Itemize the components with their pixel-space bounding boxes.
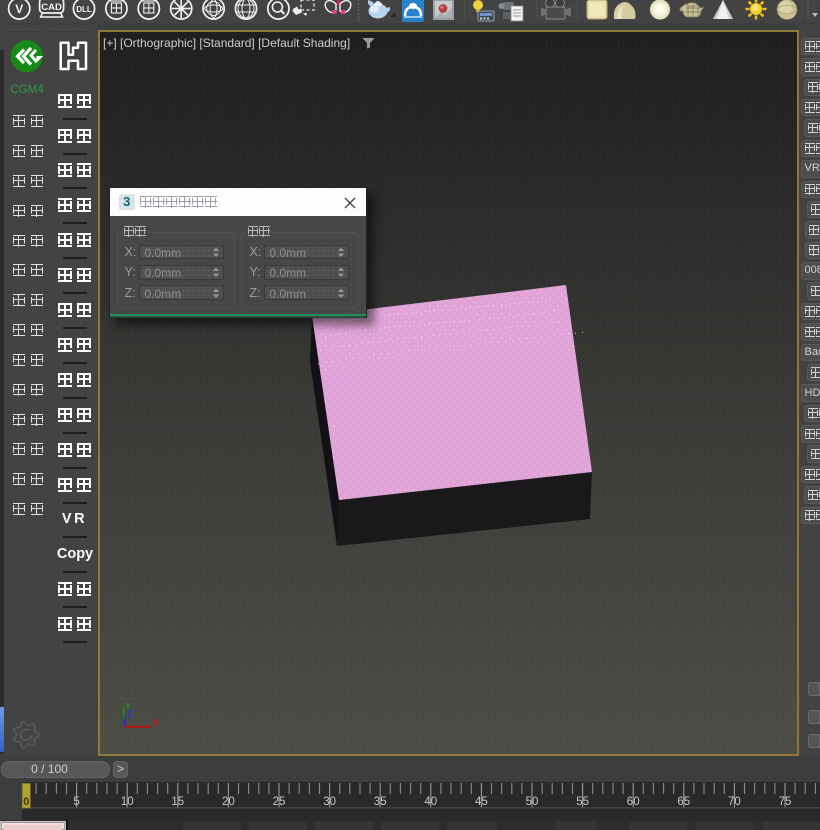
svg-text:55: 55 bbox=[576, 796, 589, 808]
svg-text:75: 75 bbox=[779, 796, 792, 808]
svg-text:40: 40 bbox=[424, 796, 437, 808]
svg-text:10: 10 bbox=[121, 796, 134, 808]
svg-text:20: 20 bbox=[222, 796, 235, 808]
svg-text:X: X bbox=[153, 718, 159, 727]
svg-text:25: 25 bbox=[273, 796, 286, 808]
svg-text:5: 5 bbox=[73, 796, 79, 808]
svg-text:DLL: DLL bbox=[76, 5, 92, 14]
svg-text:Z: Z bbox=[128, 710, 133, 719]
svg-text:60: 60 bbox=[627, 796, 640, 808]
svg-text:45: 45 bbox=[475, 796, 488, 808]
svg-text:70: 70 bbox=[728, 796, 741, 808]
svg-text:50: 50 bbox=[526, 796, 539, 808]
svg-text:65: 65 bbox=[677, 796, 690, 808]
svg-text:V: V bbox=[15, 2, 23, 16]
svg-text:15: 15 bbox=[171, 796, 184, 808]
svg-text:30: 30 bbox=[323, 796, 336, 808]
svg-text:35: 35 bbox=[374, 796, 387, 808]
svg-text:CAD: CAD bbox=[41, 2, 62, 13]
svg-text:0: 0 bbox=[23, 796, 29, 808]
